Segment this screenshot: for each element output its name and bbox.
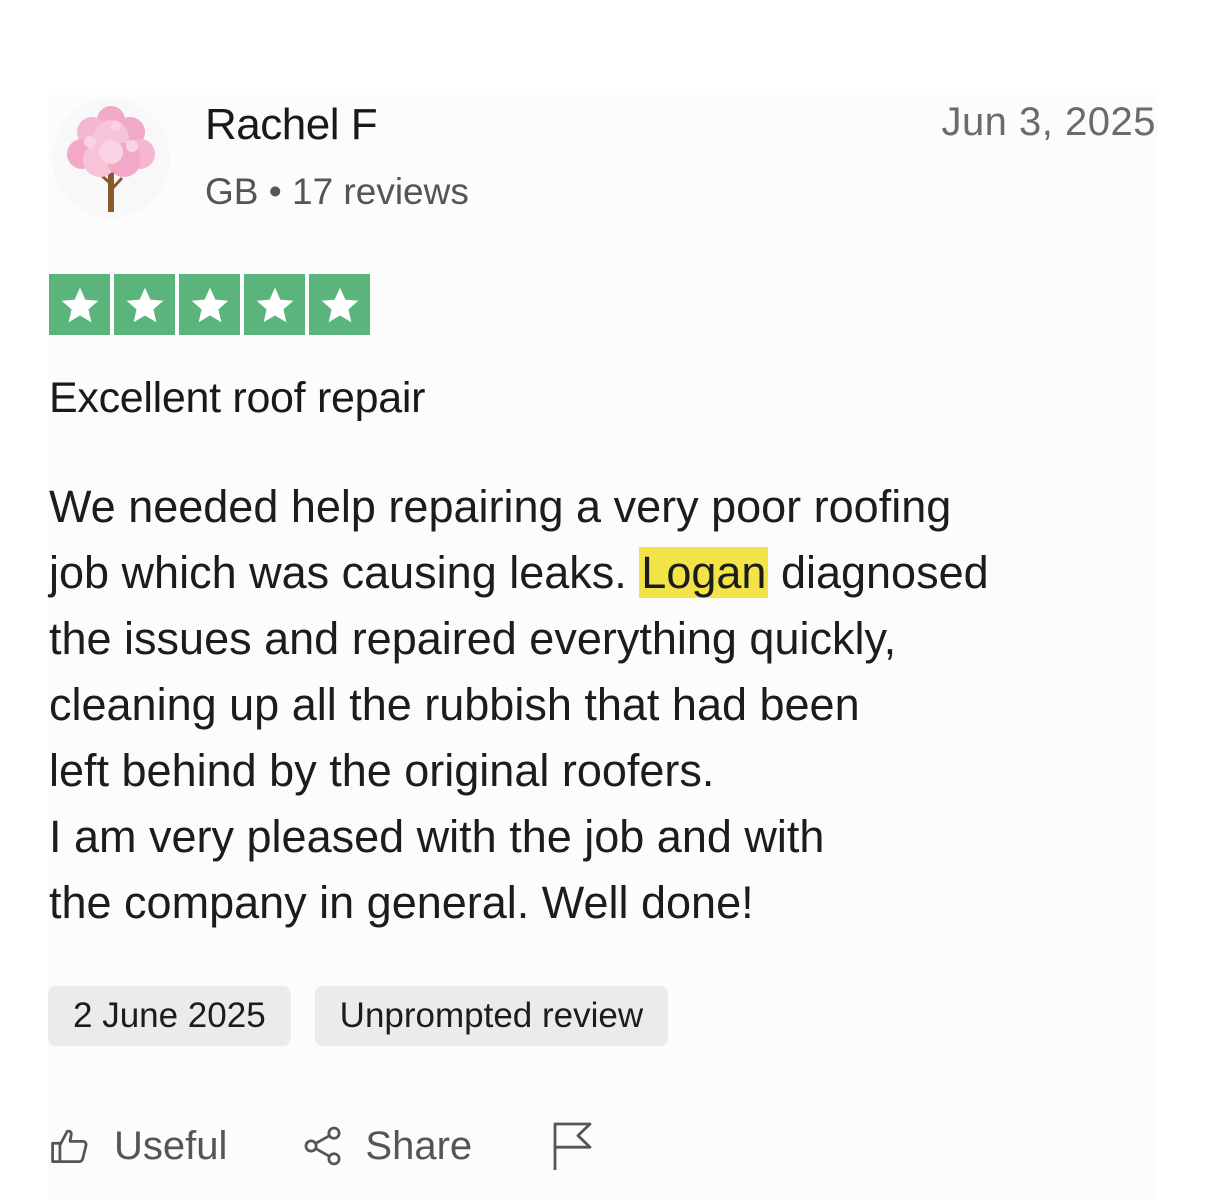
reviewer-country: GB <box>205 171 259 212</box>
report-button[interactable] <box>550 1120 594 1172</box>
share-label: Share <box>365 1123 473 1168</box>
review-body-line: the company in general. Well done! <box>49 877 754 928</box>
meta-separator: • <box>268 171 282 212</box>
flag-icon <box>550 1120 594 1172</box>
review-title: Excellent roof repair <box>49 374 426 422</box>
useful-button[interactable]: Useful <box>48 1124 227 1169</box>
reviewer-meta: GB • 17 reviews <box>205 171 469 213</box>
share-icon <box>301 1124 345 1168</box>
avatar[interactable] <box>52 98 170 218</box>
share-button[interactable]: Share <box>301 1124 472 1169</box>
review-actions: Useful Share <box>48 1118 594 1174</box>
star-rating <box>49 274 370 335</box>
review-type-chip[interactable]: Unprompted review <box>314 986 669 1046</box>
review-body-line: cleaning up all the rubbish that had bee… <box>49 679 860 730</box>
review-body-line: We needed help repairing a very poor roo… <box>49 481 952 532</box>
experience-date-chip: 2 June 2025 <box>48 986 291 1046</box>
useful-label: Useful <box>114 1123 228 1168</box>
reviewer-review-count: 17 reviews <box>292 171 469 212</box>
review-body: We needed help repairing a very poor roo… <box>49 474 1139 936</box>
review-body-text: diagnosed <box>768 547 989 598</box>
star-icon <box>49 274 110 335</box>
review-tags: 2 June 2025 Unprompted review <box>48 986 669 1046</box>
review-body-line: job which was causing leaks. Logan diagn… <box>49 540 1139 606</box>
highlighted-name: Logan <box>639 547 769 598</box>
review-body-line: the issues and repaired everything quick… <box>49 613 897 664</box>
star-icon <box>114 274 175 335</box>
thumbs-up-icon <box>48 1124 92 1168</box>
review-body-line: left behind by the original roofers. <box>49 745 715 796</box>
reviewer-name[interactable]: Rachel F <box>205 100 378 150</box>
star-icon <box>179 274 240 335</box>
star-icon <box>309 274 370 335</box>
star-icon <box>244 274 305 335</box>
review-body-text: job which was causing leaks. <box>49 547 640 598</box>
review-body-line: I am very pleased with the job and with <box>49 811 825 862</box>
cherry-blossom-tree-icon <box>67 106 155 212</box>
review-date: Jun 3, 2025 <box>941 100 1156 144</box>
